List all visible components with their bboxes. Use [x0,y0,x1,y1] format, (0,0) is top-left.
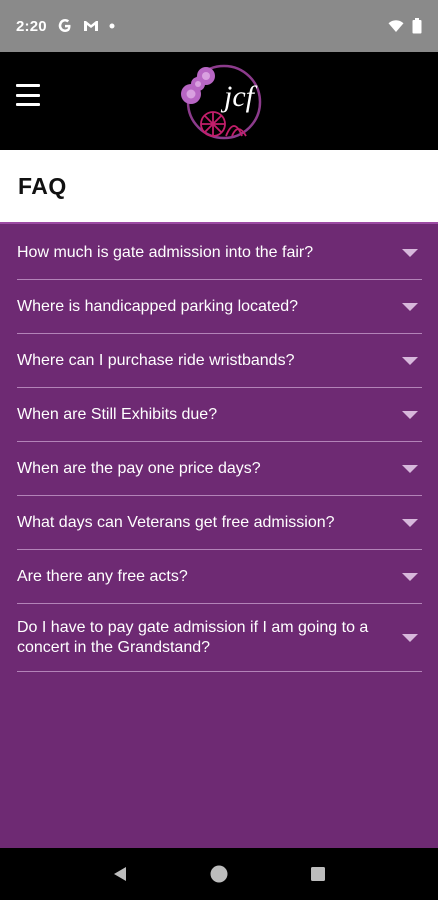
hamburger-menu-icon[interactable] [14,82,42,108]
notification-dot-icon [109,23,115,29]
recents-square-icon [311,867,326,881]
faq-question: What days can Veterans get free admissio… [17,513,335,531]
back-button[interactable] [100,854,140,894]
chevron-down-icon [402,356,418,365]
faq-item[interactable]: Are there any free acts? [17,550,422,604]
recents-button[interactable] [298,854,338,894]
faq-item[interactable]: How much is gate admission into the fair… [17,226,422,280]
faq-question: How much is gate admission into the fair… [17,243,314,261]
back-triangle-icon [113,867,126,881]
faq-question: When are Still Exhibits due? [17,405,218,423]
wifi-icon [388,19,404,33]
home-circle-icon [210,865,228,883]
gmail-icon [83,19,99,33]
app-bar: jcf [0,52,438,150]
home-button[interactable] [199,854,239,894]
status-bar: 2:20 [0,0,438,52]
faq-item[interactable]: What days can Veterans get free admissio… [17,496,422,550]
page-header: FAQ [0,150,438,224]
google-icon [57,18,73,34]
faq-question: Where is handicapped parking located? [17,297,299,315]
faq-list: How much is gate admission into the fair… [0,226,438,672]
system-nav-bar [0,848,438,900]
faq-item[interactable]: Do I have to pay gate admission if I am … [17,604,422,672]
battery-icon [412,18,422,34]
faq-question: When are the pay one price days? [17,459,261,477]
page-title: FAQ [18,172,67,199]
faq-item[interactable]: Where can I purchase ride wristbands? [17,334,422,388]
faq-item[interactable]: Where is handicapped parking located? [17,280,422,334]
faq-item[interactable]: When are Still Exhibits due? [17,388,422,442]
faq-question: Where can I purchase ride wristbands? [17,351,295,369]
chevron-down-icon [402,464,418,473]
chevron-down-icon [402,572,418,581]
chevron-down-icon [402,410,418,419]
chevron-down-icon [402,518,418,527]
faq-question: Are there any free acts? [17,567,188,585]
chevron-down-icon [402,302,418,311]
faq-item[interactable]: When are the pay one price days? [17,442,422,496]
status-time: 2:20 [16,17,47,35]
chevron-down-icon [402,248,418,257]
svg-text:jcf: jcf [220,80,258,113]
chevron-down-icon [402,633,418,642]
faq-question: Do I have to pay gate admission if I am … [17,618,369,656]
jcf-logo: jcf [176,58,266,144]
